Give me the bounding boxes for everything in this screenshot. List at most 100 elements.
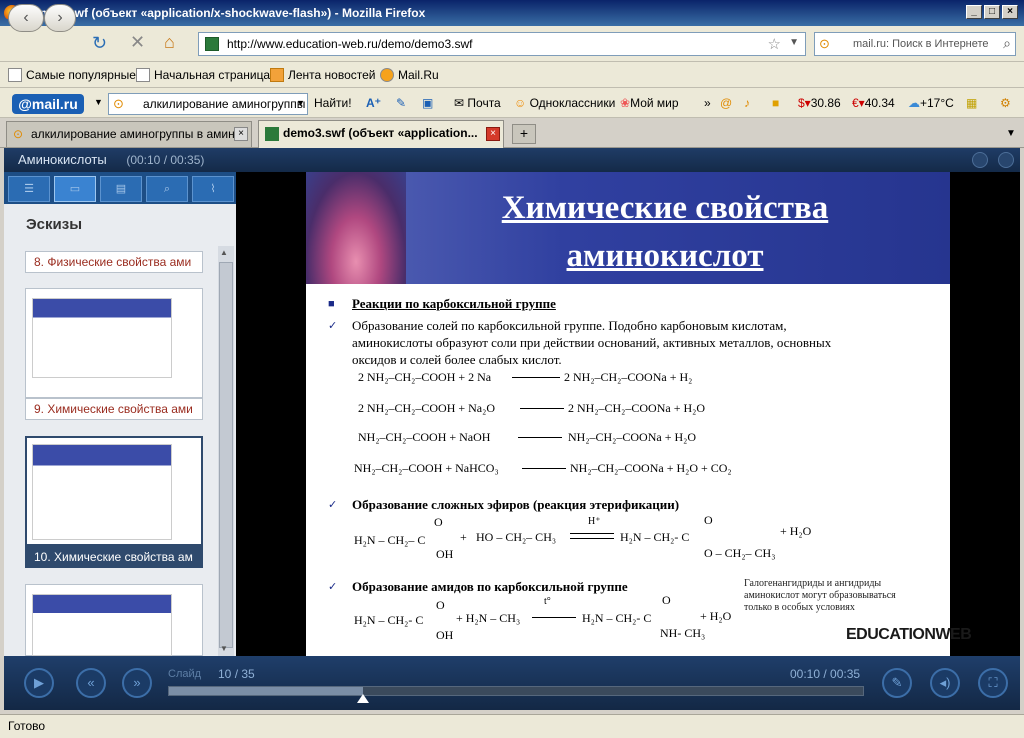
tab-close-icon[interactable]: × (486, 127, 500, 141)
catalyst-label: H⁺ (588, 516, 601, 527)
font-size-icon[interactable]: A⁺ (366, 96, 381, 110)
amid-product: H₂N – CH₂- C (582, 611, 652, 625)
url-dropdown-icon[interactable]: ▼ (789, 37, 799, 48)
tab-active[interactable]: demo3.swf (объект «application... (258, 120, 504, 148)
mail-label: Почта (467, 96, 501, 110)
play-icon[interactable]: ▶ (24, 668, 54, 698)
weather-widget[interactable]: ☁+17°C (908, 96, 954, 110)
close-window-button[interactable]: × (1002, 5, 1018, 19)
mail-link[interactable]: ✉ Почта (454, 96, 501, 110)
tab-close-icon[interactable]: × (234, 127, 248, 141)
window-title-bar: demo3.swf (объект «application/x-shockwa… (0, 0, 1024, 26)
usd-rate[interactable]: $▾30.86 (798, 96, 841, 110)
scroll-up-icon[interactable]: ▲ (220, 248, 228, 257)
fast-forward-icon[interactable]: » (122, 668, 152, 698)
thumbnail-9[interactable]: 9. Химические свойства ами (25, 398, 203, 420)
puzzle-icon[interactable]: ▦ (966, 96, 977, 110)
slide-title-line1: Химические свойства (501, 190, 829, 226)
notes-tab-icon[interactable]: ▤ (100, 176, 142, 202)
attachments-tab-icon[interactable]: ⌇ (192, 176, 234, 202)
volume-icon[interactable]: ◂) (930, 668, 960, 698)
eq3-right: NH₂–CH₂–COONa + H₂O (568, 430, 696, 444)
tab-label: demo3.swf (объект «application... (283, 126, 478, 140)
progress-knob[interactable] (357, 694, 369, 703)
mail-at-icon[interactable]: @ (720, 96, 732, 110)
search-dropdown-icon[interactable]: ▼ (296, 98, 305, 108)
highlighter-icon[interactable]: ✎ (396, 96, 406, 110)
my-world-link[interactable]: ❀Мой мир (620, 96, 679, 110)
time-counter: 00:10 / 00:35 (790, 667, 860, 681)
minimize-button[interactable]: _ (966, 5, 982, 19)
settings-gear-icon[interactable]: ⚙ (1000, 96, 1011, 110)
screenshot-icon[interactable]: ▣ (422, 96, 433, 110)
hydroxyl-oh: OH (436, 547, 454, 561)
educationweb-logo: EDUCATIONWEB (846, 626, 972, 643)
eur-rate[interactable]: €▾40.34 (852, 96, 895, 110)
salts-paragraph-3: оксидов и солей более слабых кислот. (352, 352, 562, 367)
home-icon[interactable]: ⌂ (164, 32, 175, 53)
bookmark-start[interactable]: Начальная страница (136, 68, 270, 82)
forward-button[interactable]: › (44, 4, 76, 32)
outline-tab-icon[interactable]: ☰ (8, 176, 50, 202)
eq2-left: 2 NH₂–CH₂–COOH + Na₂O (358, 401, 495, 415)
player-close-icon[interactable] (998, 152, 1014, 168)
rss-icon (270, 68, 284, 82)
new-tab-button[interactable]: + (512, 124, 536, 144)
search-engine-icon[interactable]: ⊙ (819, 36, 830, 52)
ester-acid: H₂N – CH₂– C (354, 533, 426, 547)
mailru-search-input[interactable]: ⊙ алкилирование аминогруппы ▼ (108, 93, 308, 115)
search-icon[interactable]: ⌕ (1003, 35, 1011, 52)
bookmark-popular[interactable]: Самые популярные (8, 68, 136, 82)
search-input[interactable]: mail.ru: Поиск в Интернете (853, 38, 989, 50)
carbonyl-o: O (434, 515, 443, 529)
thumbnail-10[interactable]: 10. Химические свойства ам (25, 546, 203, 568)
slide-title-line2: аминокислот (566, 238, 764, 274)
back-button[interactable]: ‹ (8, 4, 44, 32)
odnoklassniki-link[interactable]: ☺ Одноклассники (514, 96, 615, 110)
check-bullet-icon: ✓ (328, 320, 338, 332)
thumbnails-tab-icon[interactable]: ▭ (54, 176, 96, 202)
search-value: алкилирование аминогруппы (143, 97, 306, 111)
url-text[interactable]: http://www.education-web.ru/demo/demo3.s… (227, 37, 472, 51)
logo-dropdown-icon[interactable]: ▼ (94, 97, 103, 107)
games-icon[interactable]: ■ (772, 96, 779, 110)
progress-fill (169, 687, 363, 695)
mailru-logo[interactable]: @mail.ru (12, 94, 84, 114)
stop-icon[interactable]: ✕ (130, 32, 145, 53)
usd-value: 30.86 (810, 96, 841, 110)
bookmark-label: Лента новостей (288, 68, 376, 82)
music-icon[interactable]: ♪ (744, 96, 750, 110)
eq2-right: 2 NH₂–CH₂–COONa + H₂O (568, 401, 705, 415)
bookmark-star-icon[interactable]: ☆ (768, 35, 781, 53)
search-box[interactable]: ⊙ mail.ru: Поиск в Интернете ⌕ (814, 32, 1016, 56)
tab-search[interactable]: ⊙ алкилирование аминогруппы в амин... (6, 121, 252, 147)
presentation-title: Аминокислоты (18, 152, 107, 167)
url-bar[interactable]: http://www.education-web.ru/demo/demo3.s… (198, 32, 806, 56)
thumbnail-9-image (32, 298, 172, 378)
annotate-pen-icon[interactable]: ✎ (882, 668, 912, 698)
tab-favicon-icon (265, 127, 279, 141)
rewind-icon[interactable]: « (76, 668, 106, 698)
fullscreen-icon[interactable]: ⛶ (978, 668, 1008, 698)
window-title: demo3.swf (объект «application/x-shockwa… (26, 6, 426, 20)
maximize-button[interactable]: □ (984, 5, 1000, 19)
status-bar: Готово (0, 714, 1024, 738)
temperature-label: t° (544, 596, 551, 607)
thumbnail-8[interactable]: 8. Физические свойства ами (25, 251, 203, 273)
eq3-left: NH₂–CH₂–COOH + NaOH (358, 430, 491, 444)
tab-list-icon[interactable]: ▼ (1006, 128, 1016, 139)
reload-icon[interactable]: ↻ (92, 33, 107, 54)
player-minimize-icon[interactable] (972, 152, 988, 168)
player-header: Аминокислоты (00:10 / 00:35) (4, 148, 1020, 172)
search-tab-icon[interactable]: ⌕ (146, 176, 188, 202)
find-button[interactable]: Найти! (314, 96, 352, 110)
slide-title: Химические свойства аминокислот (440, 184, 890, 280)
more-chevron-icon[interactable]: » (704, 96, 711, 110)
bookmark-news[interactable]: Лента новостей (270, 68, 376, 82)
scroll-down-icon[interactable]: ▼ (220, 644, 228, 653)
note-line: только в особых условиях (744, 602, 855, 613)
sidebar-scroll-thumb[interactable] (219, 262, 233, 648)
bookmark-mailru[interactable]: Mail.Ru (380, 68, 439, 82)
eq4-left: NH₂–CH₂–COOH + NaHCO₃ (354, 461, 499, 475)
ester-alcohol: HO – CH₂– CH₃ (476, 530, 557, 544)
